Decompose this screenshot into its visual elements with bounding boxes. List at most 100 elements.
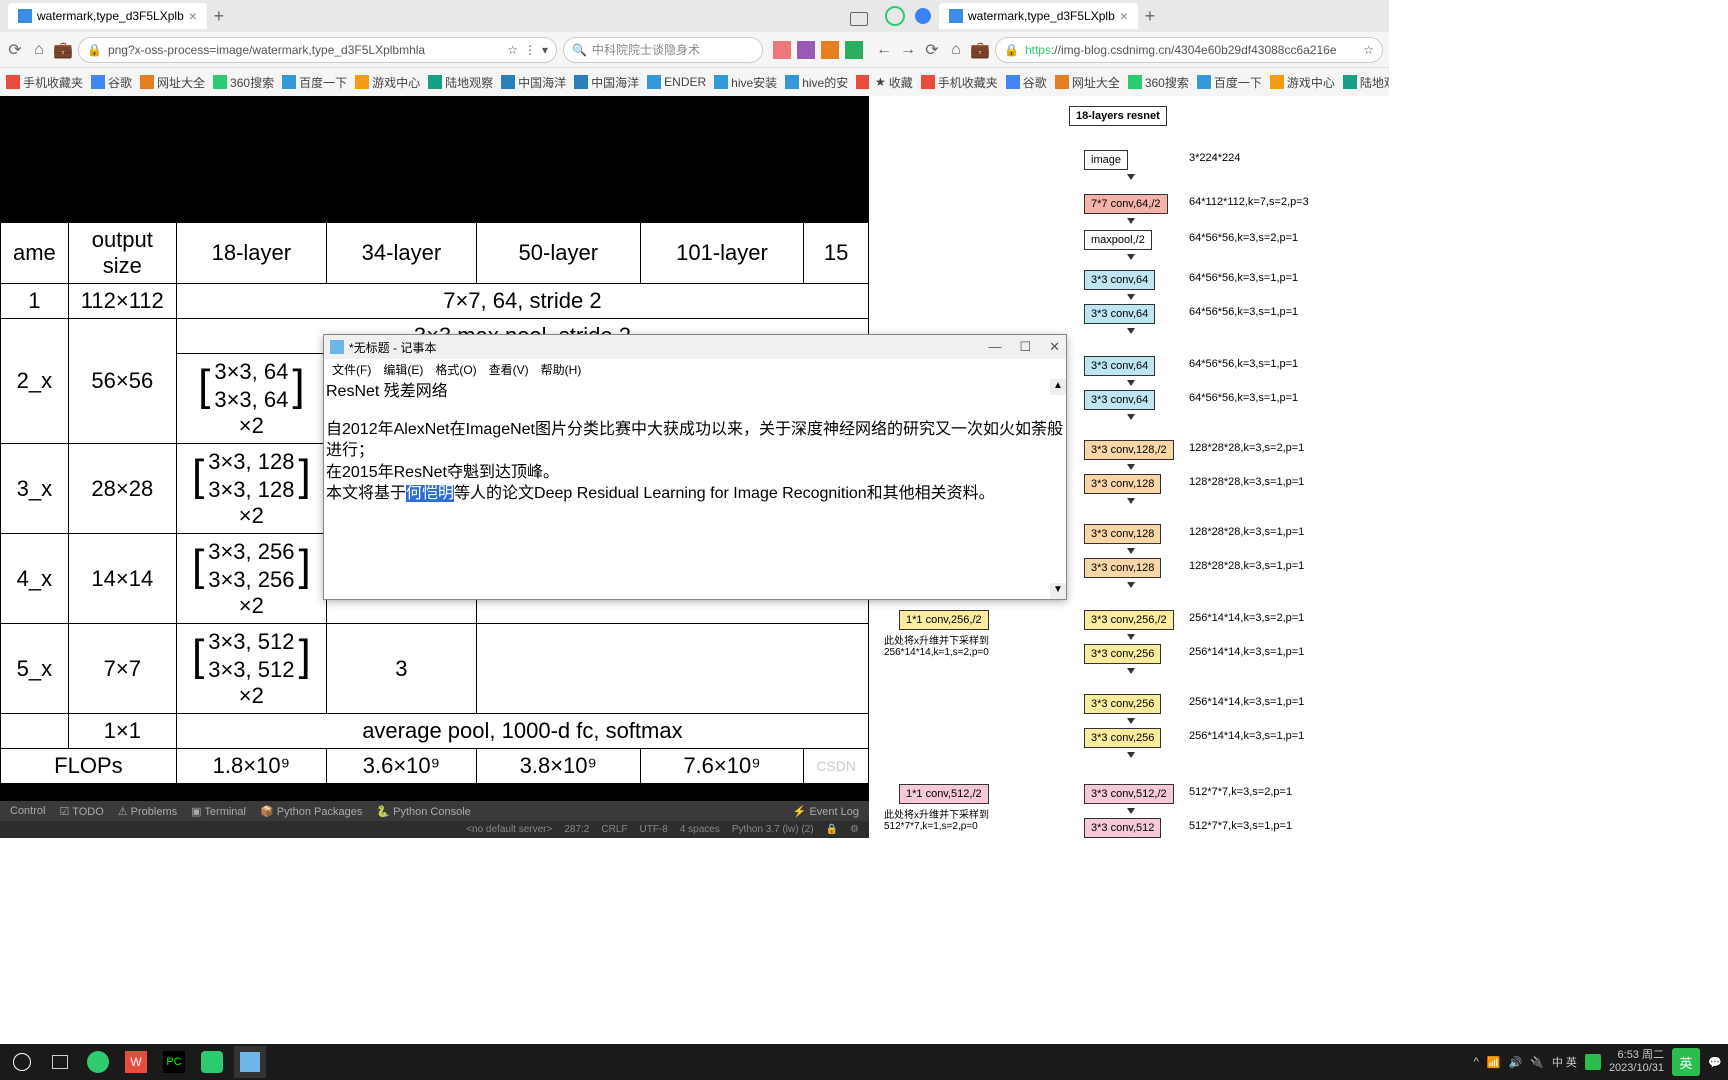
ide-item[interactable]: Control [10,805,45,817]
bookmark-item[interactable]: 360搜索 [213,74,274,91]
ext2-icon[interactable] [821,41,839,59]
forward-icon[interactable]: → [899,41,917,59]
browser-logo-icon[interactable] [885,6,905,26]
sogou-icon[interactable] [1585,1054,1601,1070]
wifi-icon[interactable]: 📶 [1487,1056,1501,1069]
menu-edit[interactable]: 编辑(E) [383,361,423,378]
bookmark-item[interactable]: hive安装 [714,74,777,91]
ide-item[interactable]: ▣ Terminal [191,805,246,818]
ext3-icon[interactable] [845,41,863,59]
minimize-icon[interactable]: — [988,339,1001,355]
bookmark-item[interactable]: 网址大全 [140,74,205,91]
cast-icon[interactable] [850,12,868,26]
bookmark-item[interactable]: 记一次 [856,74,869,91]
diagram-node: 3*3 conv,512,/2 [1084,784,1174,804]
bookmark-item[interactable]: 游戏中心 [1270,74,1335,91]
url-input[interactable]: 🔒 png?x-oss-process=image/watermark,type… [78,37,557,63]
ime-indicator[interactable]: 中 英 [1552,1054,1577,1070]
bookmark-item[interactable]: 陆地观察 [428,74,493,91]
status-item[interactable]: 4 spaces [680,824,720,835]
scroll-up-icon[interactable]: ▲ [1050,379,1066,395]
bookmark-item[interactable]: 陆地观察 [1343,74,1389,91]
clock[interactable]: 6:53 周二 2023/10/31 [1609,1049,1664,1074]
bookmark-item[interactable]: ★收藏 [875,74,913,91]
bookmark-item[interactable]: 百度一下 [1197,74,1262,91]
browser-logo2-icon[interactable] [915,8,931,24]
close-icon[interactable]: × [1120,8,1128,24]
menu-file[interactable]: 文件(F) [332,361,371,378]
back-icon[interactable]: ← [875,41,893,59]
status-item[interactable]: UTF-8 [640,824,668,835]
text-area[interactable]: ResNet 残差网络 自2012年AlexNet在ImageNet图片分类比赛… [324,379,1066,599]
new-tab-button[interactable]: + [1138,6,1162,27]
selected-text: 何恺明 [406,485,454,502]
status-item[interactable]: Python 3.7 (lw) (2) [732,824,814,835]
ide-event-log[interactable]: ⚡ Event Log [793,805,859,818]
search-icon: 🔍 [572,43,587,57]
scroll-down-icon[interactable]: ▼ [1050,583,1066,599]
bookmark-item[interactable]: 谷歌 [1006,74,1047,91]
browser-tab[interactable]: watermark,type_d3F5LXplb × [939,3,1138,29]
bookmark-item[interactable]: 360搜索 [1128,74,1189,91]
bookmark-item[interactable]: 游戏中心 [355,74,420,91]
browser-tab[interactable]: watermark,type_d3F5LXplb × [8,3,207,29]
ide-item[interactable]: ⚠ Problems [118,805,177,818]
home-icon[interactable]: ⌂ [947,41,965,59]
status-item[interactable]: 287:2 [564,824,589,835]
url-input[interactable]: 🔒 httpshttps://img-blog.csdnimg.cn/4304e… [995,37,1383,63]
scissors-icon[interactable] [773,41,791,59]
notification-icon[interactable]: 💬 [1708,1056,1722,1069]
bookmark-item[interactable]: 百度一下 [282,74,347,91]
reload-icon[interactable]: ⟳ [6,41,24,59]
ide-item[interactable]: 📦 Python Packages [260,805,362,818]
status-item[interactable]: CRLF [601,824,627,835]
dropdown-icon[interactable]: ▾ [542,43,548,57]
diagram-annotation: 128*28*28,k=3,s=1,p=1 [1189,476,1304,488]
bookmark-item[interactable]: ENDER [647,75,706,89]
ide-item[interactable]: 🐍 Python Console [376,805,470,818]
briefcase-icon[interactable]: 💼 [971,41,989,59]
bookmark-item[interactable]: 手机收藏夹 [6,74,83,91]
menu-help[interactable]: 帮助(H) [541,361,582,378]
bookmark-item[interactable]: 中国海洋 [574,74,639,91]
briefcase-icon[interactable]: 💼 [54,41,72,59]
chevron-up-icon[interactable]: ^ [1474,1056,1479,1068]
bookmark-item[interactable]: 谷歌 [91,74,132,91]
volume-icon[interactable]: 🔊 [1508,1056,1522,1069]
menu-dots-icon[interactable]: ⋮ [524,43,536,57]
bookmark-item[interactable]: 手机收藏夹 [921,74,998,91]
gear-icon[interactable]: ⚙ [850,824,859,835]
lock-icon[interactable]: 🔒 [826,824,838,835]
app-wps-icon[interactable]: W [120,1046,152,1078]
new-tab-button[interactable]: + [207,6,231,27]
bookmark-item[interactable]: hive的安 [785,74,848,91]
diagram-node: 3*3 conv,128 [1084,524,1161,544]
start-button[interactable] [6,1046,38,1078]
menu-format[interactable]: 格式(O) [435,361,476,378]
diagram-node: 3*3 conv,64 [1084,304,1155,324]
title-bar[interactable]: *无标题 - 记事本 — ☐ ✕ [324,335,1066,359]
ext1-icon[interactable] [797,41,815,59]
app-notepad-icon[interactable] [234,1046,266,1078]
search-input[interactable]: 🔍 中科院院士谈隐身术 [563,37,763,63]
cell: 7×7, 64, stride 2 [176,284,868,319]
star-icon[interactable]: ☆ [507,43,518,57]
close-icon[interactable]: × [189,8,197,24]
app-pycharm-icon[interactable]: PC [158,1046,190,1078]
power-icon[interactable]: 🔌 [1530,1056,1544,1069]
ime-button[interactable]: 英 [1672,1048,1700,1076]
bookmark-item[interactable]: 网址大全 [1055,74,1120,91]
star-icon[interactable]: ☆ [1363,43,1374,57]
status-item[interactable]: <no default server> [466,824,552,835]
maximize-icon[interactable]: ☐ [1019,339,1031,355]
close-icon[interactable]: ✕ [1049,339,1060,355]
ide-item[interactable]: ☑ TODO [59,805,103,818]
home-icon[interactable]: ⌂ [30,41,48,59]
task-view-icon[interactable] [44,1046,76,1078]
bookmark-item[interactable]: 中国海洋 [501,74,566,91]
reload-icon[interactable]: ⟳ [923,41,941,59]
diagram-annotation: 256*14*14,k=3,s=2,p=1 [1189,612,1304,624]
menu-view[interactable]: 查看(V) [489,361,529,378]
app-browser-icon[interactable] [82,1046,114,1078]
app-wechat-icon[interactable] [196,1046,228,1078]
